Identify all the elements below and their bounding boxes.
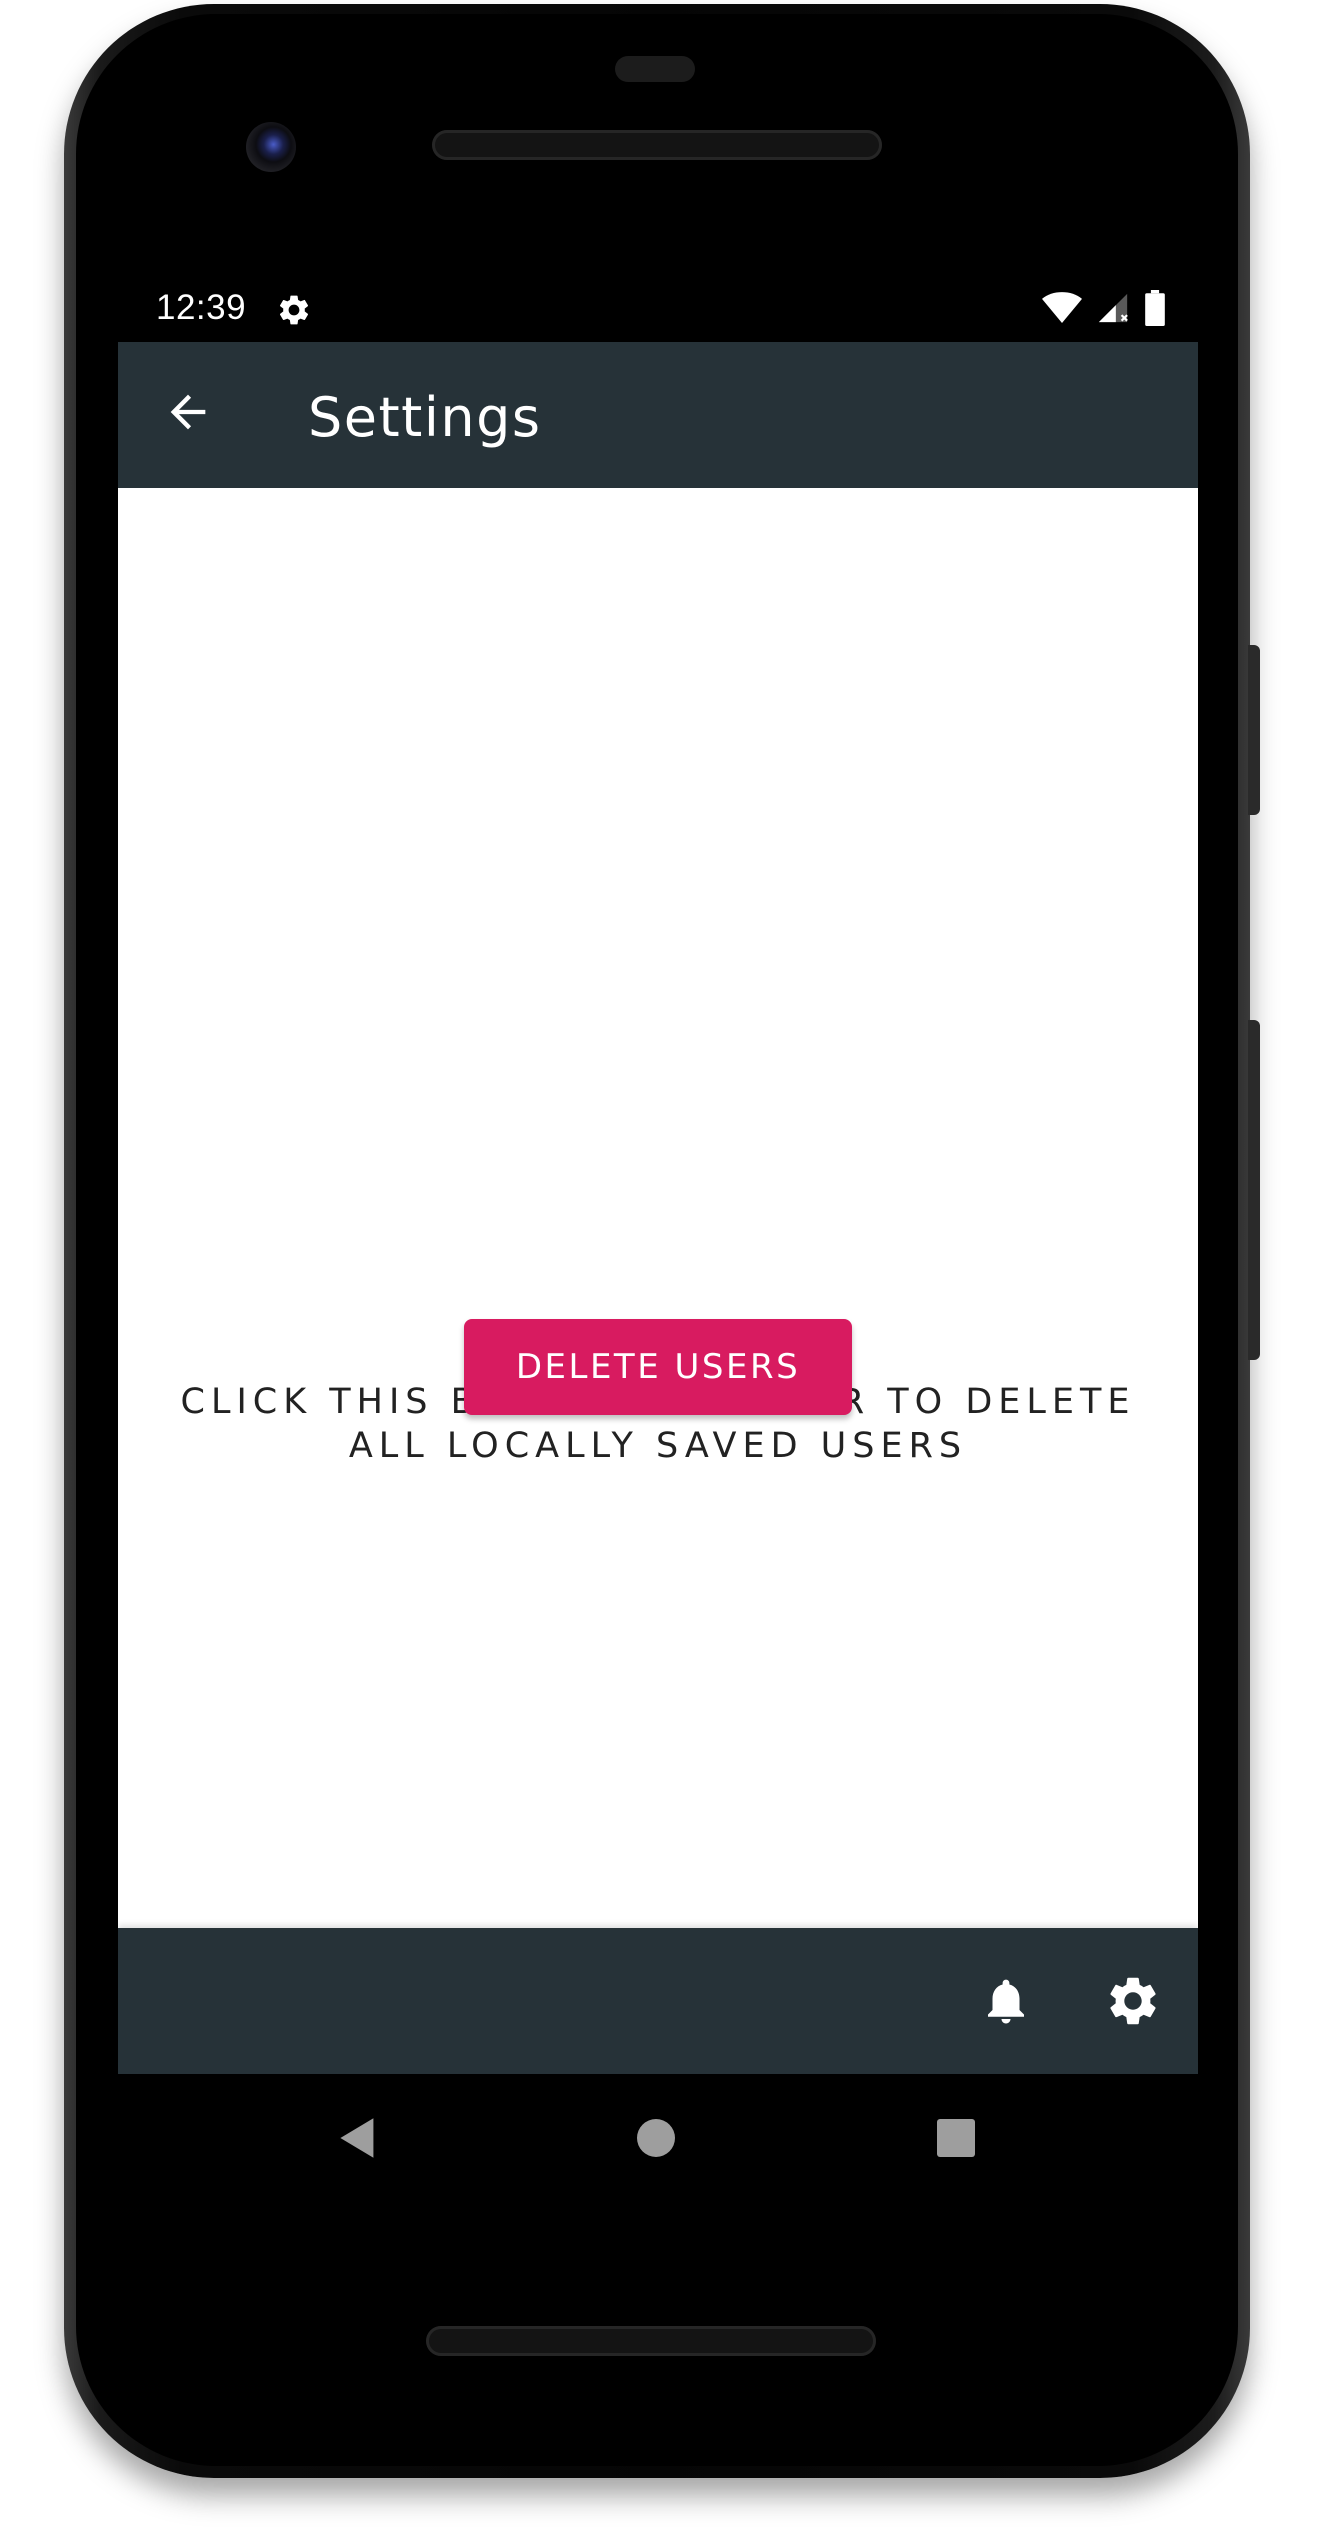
earpiece-notch [615,56,695,82]
screen: 12:39 Settings CLICK THIS TO DELETE ALL … [118,280,1198,2180]
app-bar: Settings [118,342,1198,488]
arrow-back-icon[interactable] [158,382,218,442]
front-camera [246,122,296,172]
notifications-icon[interactable] [976,1971,1036,2031]
settings-icon [276,292,312,328]
system-nav-bar [118,2074,1198,2180]
recents-square-icon[interactable] [928,2110,984,2166]
status-icons [1042,290,1166,330]
bottom-speaker [426,2326,876,2356]
volume-button [1248,1020,1260,1360]
delete-users-button[interactable]: DELETE USERS [464,1319,852,1415]
bottom-app-bar [118,1928,1198,2074]
back-triangle-icon[interactable] [330,2110,386,2166]
signal-icon [1096,291,1130,329]
status-time: 12:39 [156,288,247,327]
power-button [1248,645,1260,815]
wifi-icon [1042,291,1082,329]
settings-icon[interactable] [1103,1971,1163,2031]
home-circle-icon[interactable] [628,2110,684,2166]
main-content: CLICK THIS BUTTON IN ORDER TO DELETE ALL… [118,488,1198,1928]
battery-icon [1144,290,1166,330]
top-speaker [432,130,882,160]
status-bar: 12:39 [118,280,1198,342]
instructions-line-2: ALL LOCALLY SAVED USERS [348,1426,968,1466]
page-title: Settings [308,386,542,449]
device-frame: 12:39 Settings CLICK THIS TO DELETE ALL … [0,0,1330,2532]
